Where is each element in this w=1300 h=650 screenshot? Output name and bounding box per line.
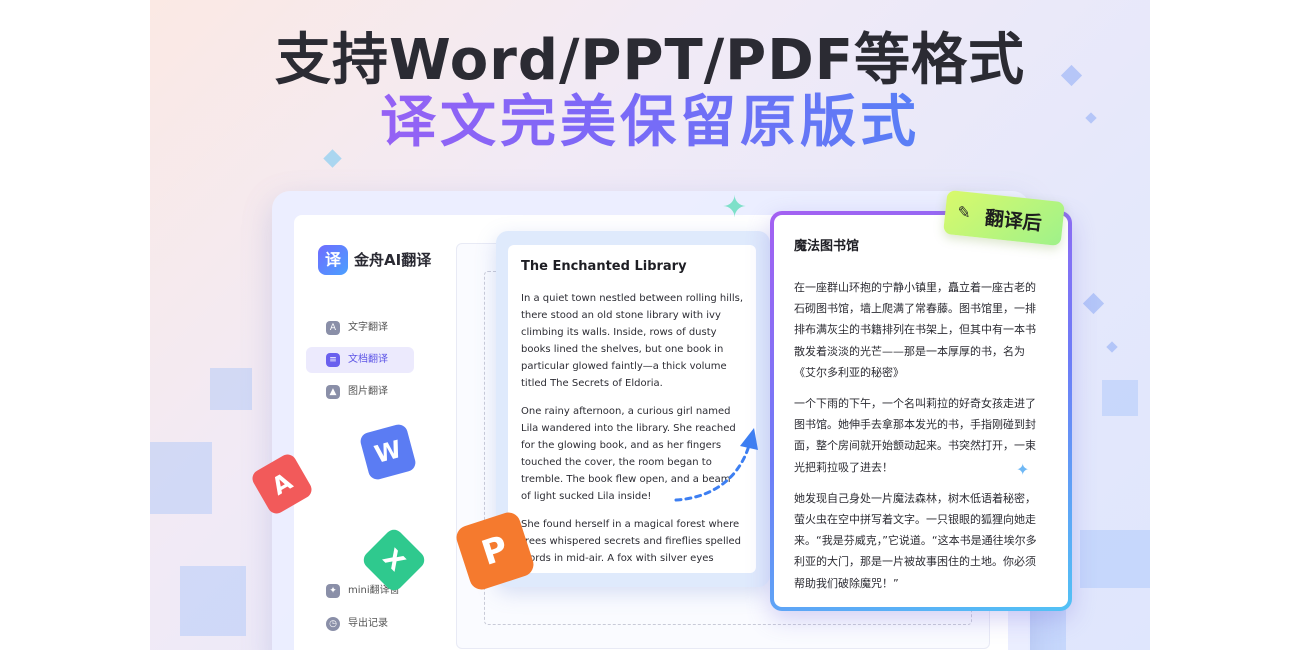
clock-icon: ◷ <box>326 617 340 631</box>
text-translate-icon: A <box>326 321 340 335</box>
nav-doc-translate[interactable]: ≡ 文档翻译 <box>306 347 414 373</box>
nav-label: 导出记录 <box>348 618 388 629</box>
deco-square <box>1102 380 1138 416</box>
source-paragraph: She found herself in a magical forest wh… <box>521 519 742 564</box>
source-document-page: The Enchanted Library In a quiet town ne… <box>508 245 756 573</box>
image-translate-icon: ▲ <box>326 385 340 399</box>
translated-paragraph: 她发现自己身处一片魔法森林，树木低语着秘密，萤火虫在空中拼写着文字。一只银眼的狐… <box>794 491 1037 590</box>
badge-label: 翻译后 <box>983 207 1043 235</box>
translate-arrow-icon <box>674 428 758 502</box>
sidebar: 译 金舟AI翻译 A 文字翻译 ≡ 文档翻译 ▲ 图片翻译 ✦ mini翻译窗 <box>294 215 434 650</box>
source-paragraph: In a quiet town nestled between rolling … <box>521 293 743 389</box>
deco-square <box>180 566 246 636</box>
deco-diamond <box>1106 341 1118 353</box>
source-document-title: The Enchanted Library <box>521 259 687 274</box>
app-name: 金舟AI翻译 <box>354 251 432 269</box>
nav-label: 文档翻译 <box>348 354 388 365</box>
deco-diamond <box>1082 292 1105 315</box>
translated-paragraph: 在一座群山环抱的宁静小镇里，矗立着一座古老的石砌图书馆，墙上爬满了常春藤。图书馆… <box>794 281 1036 379</box>
nav-label: 图片翻译 <box>348 386 388 397</box>
deco-square <box>210 368 252 410</box>
deco-square <box>1080 530 1150 588</box>
doc-translate-icon: ≡ <box>326 353 340 367</box>
source-document-card: The Enchanted Library In a quiet town ne… <box>496 231 770 587</box>
translated-document-title: 魔法图书馆 <box>794 239 860 254</box>
sparkle-icon: ✦ <box>722 190 748 225</box>
nav-image-translate[interactable]: ▲ 图片翻译 <box>306 379 414 405</box>
nav-export-history[interactable]: ◷ 导出记录 <box>306 611 414 637</box>
promo-banner: 支持Word/PPT/PDF等格式 译文完美保留原版式 译 金舟AI翻译 A 文… <box>150 0 1150 650</box>
nav-text-translate[interactable]: A 文字翻译 <box>306 315 414 341</box>
translated-document-card: 魔法图书馆 在一座群山环抱的宁静小镇里，矗立着一座古老的石砌图书馆，墙上爬满了常… <box>770 211 1072 611</box>
sparkle-icon: ✦ <box>1016 460 1030 479</box>
translated-document-body: 在一座群山环抱的宁静小镇里，矗立着一座古老的石砌图书馆，墙上爬满了常春藤。图书馆… <box>794 277 1040 604</box>
mini-window-icon: ✦ <box>326 584 340 598</box>
translated-paragraph: 一个下雨的下午，一个名叫莉拉的好奇女孩走进了图书馆。她伸手去拿那本发光的书，手指… <box>794 397 1036 474</box>
deco-square <box>150 442 212 514</box>
nav-label: 文字翻译 <box>348 322 388 333</box>
headline-primary: 支持Word/PPT/PDF等格式 <box>275 28 1025 93</box>
headline-secondary: 译文完美保留原版式 <box>150 88 1150 158</box>
deco-square <box>1028 606 1066 650</box>
magic-wand-icon: ✎ <box>956 202 972 223</box>
app-logo-icon: 译 <box>318 245 348 275</box>
